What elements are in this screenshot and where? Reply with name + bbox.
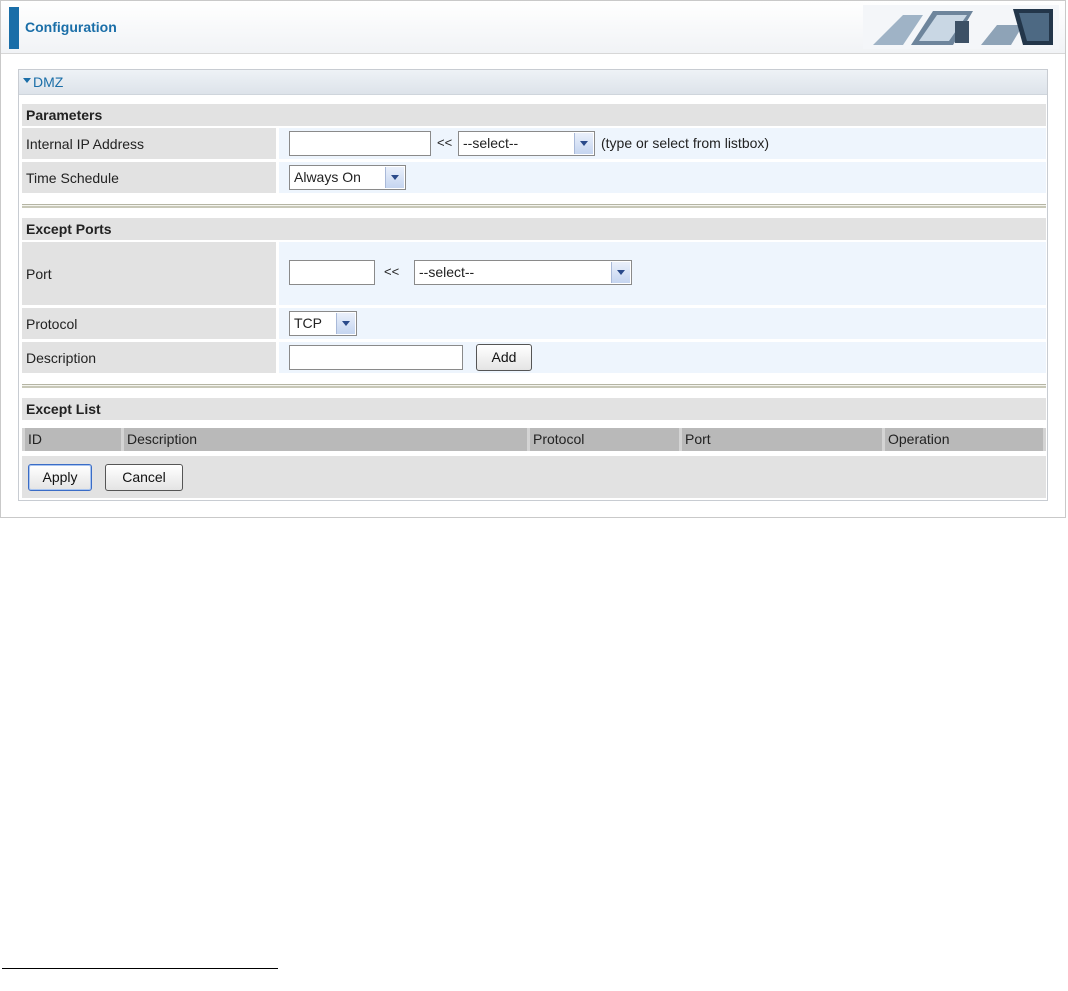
column-id: ID <box>25 428 121 451</box>
chevron-down-icon[interactable] <box>385 167 404 188</box>
footnote-rule <box>2 968 278 969</box>
port-arrow: << <box>384 264 400 279</box>
time-schedule-label: Time Schedule <box>22 162 276 193</box>
time-schedule-row: Always On <box>279 162 1046 193</box>
chevron-down-icon[interactable] <box>574 133 593 154</box>
protocol-label: Protocol <box>22 308 276 339</box>
cancel-button[interactable]: Cancel <box>105 464 183 491</box>
chevron-down-icon[interactable] <box>336 313 355 334</box>
triangle-down-icon[interactable] <box>23 78 31 83</box>
internal-ip-row: << --select-- (type or select from listb… <box>279 128 1046 159</box>
time-schedule-select[interactable]: Always On <box>289 165 406 190</box>
column-port: Port <box>682 428 882 451</box>
internal-ip-input[interactable] <box>289 131 431 156</box>
protocol-select-value: TCP <box>294 315 322 331</box>
description-label: Description <box>22 342 276 373</box>
except-list-heading: Except List <box>22 398 1046 420</box>
add-button[interactable]: Add <box>476 344 532 371</box>
apply-button[interactable]: Apply <box>28 464 92 491</box>
dmz-panel: DMZ Parameters Internal IP Address << --… <box>18 69 1048 501</box>
internal-ip-label: Internal IP Address <box>22 128 276 159</box>
port-row: << --select-- <box>279 242 1046 305</box>
column-protocol: Protocol <box>530 428 679 451</box>
header-accent-bar <box>9 7 19 49</box>
action-bar: Apply Cancel <box>22 456 1046 498</box>
description-input[interactable] <box>289 345 463 370</box>
dmz-collapse-bar[interactable]: DMZ <box>19 70 1047 95</box>
port-input[interactable] <box>289 260 375 285</box>
except-list-header: ID Description Protocol Port Operation <box>22 428 1046 451</box>
parameters-heading: Parameters <box>22 104 1046 126</box>
internal-ip-arrow: << <box>437 135 453 150</box>
port-label: Port <box>22 242 276 305</box>
internal-ip-select-value: --select-- <box>463 135 519 151</box>
time-schedule-select-value: Always On <box>294 169 361 185</box>
internal-ip-hint: (type or select from listbox) <box>601 135 770 151</box>
chevron-down-icon[interactable] <box>611 262 630 283</box>
section-divider <box>22 204 1046 208</box>
port-select[interactable]: --select-- <box>414 260 632 285</box>
protocol-row: TCP <box>279 308 1046 339</box>
dmz-title: DMZ <box>33 74 64 90</box>
protocol-select[interactable]: TCP <box>289 311 357 336</box>
port-select-value: --select-- <box>419 264 475 280</box>
column-operation: Operation <box>885 428 1043 451</box>
column-description: Description <box>124 428 527 451</box>
description-row: Add <box>279 342 1046 373</box>
page-header: Configuration <box>1 1 1065 54</box>
page-title: Configuration <box>25 19 117 35</box>
section-divider <box>22 384 1046 388</box>
internal-ip-select[interactable]: --select-- <box>458 131 595 156</box>
except-ports-heading: Except Ports <box>22 218 1046 240</box>
config-frame: Configuration DMZ Parameters Internal IP… <box>0 0 1066 518</box>
header-office-illustration-icon <box>863 5 1059 49</box>
